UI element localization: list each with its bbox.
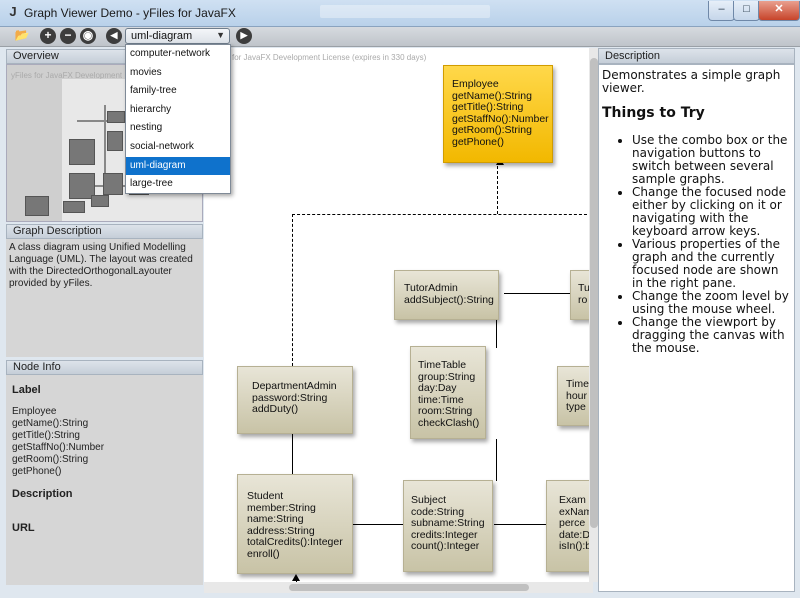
association-edge [496, 439, 497, 481]
label-heading: Label [12, 384, 41, 396]
node-subject[interactable]: Subject code:String subname:String credi… [403, 480, 493, 572]
graph-description-header: Graph Description [6, 224, 203, 239]
overview-node [107, 131, 123, 151]
license-watermark: for JavaFX Development License (expires … [232, 53, 427, 62]
menu-item-nesting[interactable]: nesting [126, 119, 230, 138]
tip-item: Change the viewport by dragging the canv… [632, 316, 791, 355]
overview-node [25, 196, 49, 216]
node-info-panel: Label Employee getName():String getTitle… [6, 375, 203, 585]
fit-content-icon[interactable]: ◉ [80, 28, 96, 44]
association-edge [494, 524, 546, 525]
overview-node [103, 173, 123, 195]
close-button[interactable]: ✕ [758, 1, 800, 21]
association-edge [292, 434, 293, 474]
blurred-title-area [320, 5, 490, 18]
open-folder-icon[interactable]: 📂 [14, 28, 30, 44]
tip-item: Change the focused node either by clicki… [632, 186, 791, 238]
title-bar: J Graph Viewer Demo - yFiles for JavaFX … [0, 0, 800, 27]
zoom-out-icon[interactable]: − [60, 28, 76, 44]
graph-canvas[interactable]: for JavaFX Development License (expires … [204, 48, 593, 582]
menu-item-computer-network[interactable]: computer-network [126, 45, 230, 64]
inheritance-edge [292, 214, 592, 215]
node-timetable[interactable]: TimeTable group:String day:Day time:Time… [410, 346, 486, 439]
label-line: getStaffNo():Number [12, 442, 105, 453]
node-info-header: Node Info [6, 360, 203, 375]
things-to-try-heading: Things to Try [602, 105, 705, 121]
inheritance-edge [292, 214, 293, 366]
java-app-icon: J [9, 4, 17, 19]
label-line: getPhone() [12, 466, 62, 477]
combo-value: uml-diagram [131, 30, 193, 42]
label-line: getRoom():String [12, 454, 89, 465]
overview-node [69, 139, 95, 165]
association-edge [504, 293, 574, 294]
menu-item-movies[interactable]: movies [126, 64, 230, 83]
menu-item-hierarchy[interactable]: hierarchy [126, 101, 230, 120]
node-employee[interactable]: Employee getName():String getTitle():Str… [443, 65, 553, 163]
label-line: getTitle():String [12, 430, 80, 441]
tip-item: Change the zoom level by using the mouse… [632, 290, 791, 316]
description-pane: Demonstrates a simple graph viewer. Thin… [598, 64, 795, 592]
menu-item-social-network[interactable]: social-network [126, 138, 230, 157]
scroll-thumb[interactable] [289, 584, 529, 591]
description-heading: Description [12, 488, 73, 500]
label-line: Employee [12, 406, 57, 417]
chevron-down-icon: ▼ [216, 30, 225, 40]
menu-item-uml-diagram[interactable]: uml-diagram [126, 156, 230, 176]
menu-item-family-tree[interactable]: family-tree [126, 82, 230, 101]
graph-combo-box[interactable]: uml-diagram ▼ [125, 28, 230, 44]
node-department-admin[interactable]: DepartmentAdmin password:String addDuty(… [237, 366, 353, 434]
horizontal-scrollbar[interactable] [204, 582, 593, 593]
previous-graph-icon[interactable]: ◀ [106, 28, 122, 44]
maximize-button[interactable]: □ [733, 1, 760, 21]
node-time-partial[interactable]: Time hour type [557, 366, 593, 426]
minimize-button[interactable]: – [708, 1, 735, 21]
inheritance-edge [497, 166, 498, 214]
graph-description: A class diagram using Unified Modelling … [6, 239, 203, 357]
scroll-thumb[interactable] [590, 58, 598, 528]
node-tutor-admin[interactable]: TutorAdmin addSubject():String [394, 270, 499, 320]
menu-item-large-tree[interactable]: large-tree [126, 175, 230, 194]
window-title: Graph Viewer Demo - yFiles for JavaFX [24, 6, 236, 20]
intro-text: Demonstrates a simple graph viewer. [602, 68, 781, 95]
tip-item: Various properties of the graph and the … [632, 238, 791, 290]
overview-node [107, 111, 125, 123]
next-graph-icon[interactable]: ▶ [236, 28, 252, 44]
graph-dropdown-menu: computer-network movies family-tree hier… [125, 44, 231, 194]
node-student[interactable]: Student member:String name:String addres… [237, 474, 353, 574]
node-exam-partial[interactable]: Exam exNam perce date:D isIn():b [546, 480, 593, 572]
overview-node [63, 201, 85, 213]
association-edge [496, 318, 497, 348]
toolbar: 📂 + − ◉ ◀ uml-diagram ▼ ▶ [0, 27, 800, 47]
overview-node [91, 195, 109, 207]
tip-item: Use the combo box or the navigation butt… [632, 134, 791, 186]
label-line: getName():String [12, 418, 89, 429]
description-pane-header: Description [598, 48, 795, 64]
url-heading: URL [12, 522, 35, 534]
tips-list: Use the combo box or the navigation butt… [602, 134, 791, 355]
zoom-in-icon[interactable]: + [40, 28, 56, 44]
